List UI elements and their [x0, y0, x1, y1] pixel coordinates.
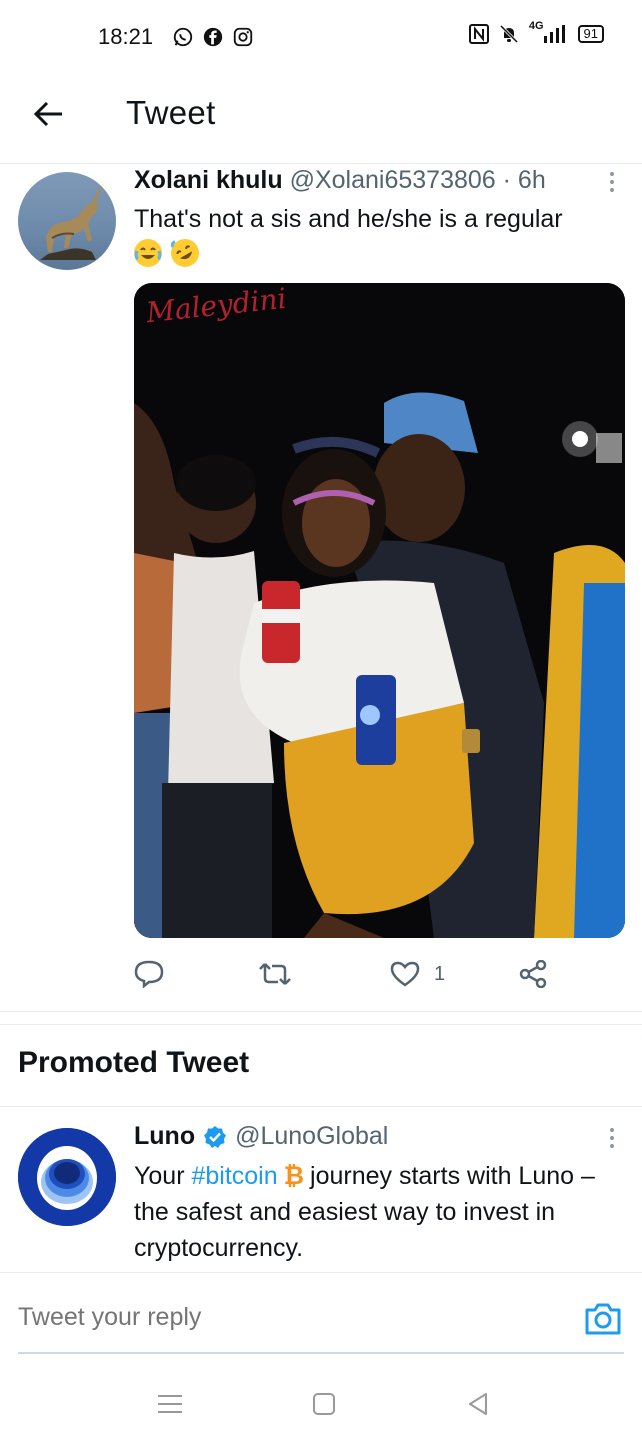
goat-avatar-image: [40, 184, 102, 260]
author-handle[interactable]: @Xolani65373806: [290, 166, 496, 194]
party-photo-image: [134, 283, 625, 938]
verified-badge-icon: [204, 1125, 227, 1148]
heart-icon: [390, 961, 420, 987]
reply-action[interactable]: [134, 960, 178, 988]
tweet-header-line: Xolani khulu @Xolani65373806 · 6h: [134, 166, 546, 195]
face-with-tears-of-joy-icon: [134, 239, 162, 267]
camera-icon: [585, 1303, 621, 1335]
more-vertical-icon: [610, 172, 614, 192]
network-type: 4G: [528, 20, 544, 32]
promoted-header-line: Luno @LunoGlobal: [134, 1122, 388, 1151]
status-app-icons: [172, 26, 254, 48]
status-time: 18:21: [98, 24, 154, 49]
avatar[interactable]: [18, 172, 116, 270]
bitcoin-icon: ₿: [283, 1162, 305, 1190]
more-vertical-icon: [610, 1128, 614, 1148]
divider: [0, 1024, 642, 1025]
facebook-icon: [203, 27, 223, 47]
page-title: Tweet: [126, 94, 216, 131]
tweet-actions: 1: [134, 960, 554, 988]
hashtag-link[interactable]: #bitcoin: [191, 1162, 277, 1190]
whatsapp-icon: [173, 27, 193, 47]
promoted-more-button[interactable]: [606, 1126, 618, 1150]
nfc-icon: [468, 24, 489, 44]
arrow-left-icon: [33, 101, 62, 127]
author-name[interactable]: Xolani khulu: [134, 166, 283, 194]
tweet-photo[interactable]: Maleydini: [134, 283, 625, 938]
recent-apps-icon: [158, 1395, 182, 1413]
tweet-text-body: That's not a sis and he/she is a regular: [134, 205, 563, 233]
reply-bubble-icon: [134, 960, 164, 988]
reply-bar: [0, 1272, 642, 1364]
home-square-icon: [313, 1393, 335, 1415]
promoted-author-name[interactable]: Luno: [134, 1122, 195, 1151]
system-nav-bar: [0, 1372, 642, 1434]
status-bar: 18:21 4G 91: [0, 0, 642, 76]
reply-input[interactable]: [18, 1303, 558, 1332]
luno-logo-icon: [18, 1128, 116, 1226]
tweet-text: That's not a sis and he/she is a regular: [134, 202, 614, 272]
like-action[interactable]: 1: [390, 960, 445, 988]
promoted-text-before: Your: [134, 1162, 192, 1190]
back-button[interactable]: [28, 94, 68, 134]
reply-underline: [18, 1352, 624, 1354]
battery-level: 91: [583, 26, 598, 41]
like-count: 1: [434, 962, 446, 985]
tweet-time: 6h: [517, 166, 546, 194]
share-action[interactable]: [518, 960, 548, 988]
signal-icon: [543, 25, 565, 43]
nav-back-button[interactable]: [464, 1390, 492, 1418]
status-right-icons: 4G 91: [468, 20, 604, 44]
mute-bell-icon: [499, 24, 518, 44]
promoted-text: Your #bitcoin ₿ journey starts with Luno –…: [134, 1158, 604, 1266]
more-options-button[interactable]: [606, 170, 618, 194]
retweet-action[interactable]: [258, 960, 306, 988]
retweet-icon: [259, 963, 291, 985]
instagram-icon: [233, 27, 253, 47]
divider: [0, 1106, 642, 1107]
camera-button[interactable]: [584, 1299, 622, 1337]
nav-recent-apps-button[interactable]: [156, 1390, 184, 1418]
tweet[interactable]: Xolani khulu @Xolani65373806 · 6h That's…: [0, 164, 642, 1012]
tweet-header: Tweet: [0, 76, 642, 164]
battery-indicator: 91: [577, 25, 604, 43]
share-icon: [519, 960, 547, 988]
rolling-on-the-floor-laughing-icon: [170, 239, 199, 267]
promoted-author-handle[interactable]: @LunoGlobal: [235, 1122, 388, 1151]
promoted-section-title: Promoted Tweet: [18, 1046, 250, 1079]
nav-home-button[interactable]: [310, 1390, 338, 1418]
luno-avatar[interactable]: [18, 1128, 116, 1226]
separator-dot: ·: [502, 166, 511, 194]
back-triangle-icon: [469, 1393, 487, 1415]
